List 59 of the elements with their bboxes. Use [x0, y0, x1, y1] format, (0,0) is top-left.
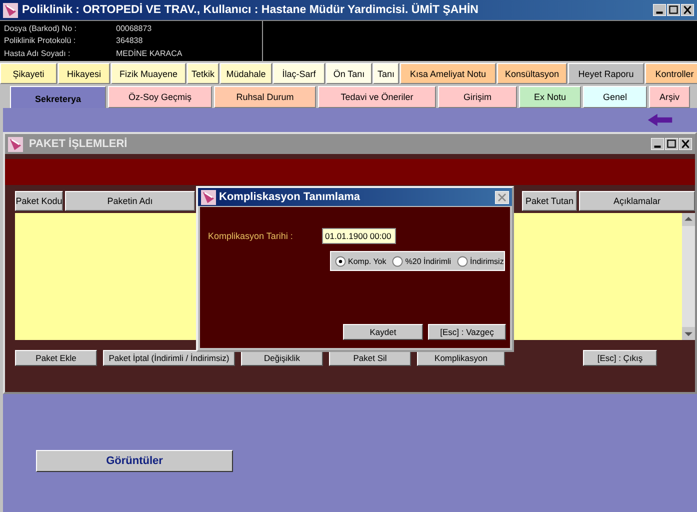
radio-button[interactable]: [392, 256, 404, 266]
tab[interactable]: Kısa Ameliyat Notu: [400, 63, 496, 84]
date-label: Komplikasyon Tarihi :: [208, 231, 294, 241]
scrollbar[interactable]: [682, 213, 695, 340]
tab[interactable]: Tedavi ve Öneriler: [318, 86, 436, 108]
column-header: Paket Kodu: [15, 191, 63, 211]
close-icon[interactable]: [681, 4, 694, 16]
scroll-up-icon[interactable]: [682, 213, 695, 226]
info-label: Hasta Adı Soyadı :: [4, 49, 72, 58]
tab[interactable]: Arşiv: [649, 86, 690, 108]
tab[interactable]: İlaç-Sarf: [273, 63, 325, 84]
tab[interactable]: Girişim: [438, 86, 517, 108]
minimize-icon[interactable]: [651, 138, 664, 150]
tab[interactable]: Heyet Raporu: [568, 63, 644, 84]
back-arrow-icon[interactable]: [647, 113, 673, 127]
tab[interactable]: Tanı: [373, 63, 399, 84]
scroll-down-icon[interactable]: [682, 327, 695, 340]
tab[interactable]: Ruhsal Durum: [214, 86, 316, 108]
tab[interactable]: Hikayesi: [58, 63, 110, 84]
radio-label: İndirimsiz: [470, 256, 504, 266]
maximize-icon[interactable]: [665, 138, 678, 150]
radio-button[interactable]: [457, 256, 468, 266]
tab[interactable]: Kontroller: [645, 63, 697, 84]
column-header: Paket Tutan: [522, 191, 577, 211]
app-logo-icon: [201, 190, 216, 204]
info-value: 00068873: [116, 24, 152, 33]
package-button[interactable]: Paket Ekle: [15, 350, 97, 366]
info-value: 364838: [116, 36, 143, 46]
dialog-button[interactable]: [Esc] : Vazgeç: [428, 324, 506, 340]
images-button[interactable]: Görüntüler: [36, 450, 233, 472]
date-field[interactable]: 01.01.1900 00:00: [322, 228, 396, 244]
app-logo-icon: [8, 136, 23, 152]
close-icon[interactable]: [679, 138, 692, 150]
tab[interactable]: Ex Notu: [519, 86, 581, 108]
app-logo-icon: [3, 2, 18, 18]
minimize-icon[interactable]: [653, 4, 666, 16]
window-title: Poliklinik : ORTOPEDİ VE TRAV., Kullanıcı : Hastane Müdür Yardimcisi. ÜMİT ŞAHİN: [22, 4, 480, 16]
radio-label: %20 İndirimli: [405, 256, 452, 266]
tab[interactable]: Konsültasyon: [497, 63, 567, 84]
tab[interactable]: Müdahale: [220, 63, 272, 84]
dialog-title: Kompliskasyon Tanımlama: [219, 191, 362, 203]
column-header: Açıklamalar: [579, 191, 695, 211]
package-button[interactable]: Paket İptal (İndirimli / İndirimsiz): [103, 350, 235, 366]
tab[interactable]: Şikayeti: [0, 63, 57, 84]
tab[interactable]: Öz-Soy Geçmiş: [108, 86, 212, 108]
info-value: MEDİNE KARACA: [116, 49, 182, 58]
maximize-icon[interactable]: [667, 4, 680, 16]
info-label: Poliklinik Protokolü :: [4, 36, 77, 46]
dialog-button[interactable]: Kaydet: [343, 324, 423, 340]
package-window-title: PAKET İŞLEMLERİ: [29, 138, 128, 150]
radio-label: Komp. Yok: [348, 256, 386, 266]
tab[interactable]: Genel: [583, 86, 647, 108]
column-header: Paketin Adı: [65, 191, 195, 211]
exit-button[interactable]: [Esc] : Çıkış: [583, 350, 657, 366]
tab[interactable]: Tetkik: [187, 63, 219, 84]
tab[interactable]: Fizik Muayene: [111, 63, 186, 84]
info-label: Dosya (Barkod) No :: [4, 24, 78, 33]
tab[interactable]: Ön Tanı: [326, 63, 372, 84]
radio-button[interactable]: [335, 256, 346, 266]
